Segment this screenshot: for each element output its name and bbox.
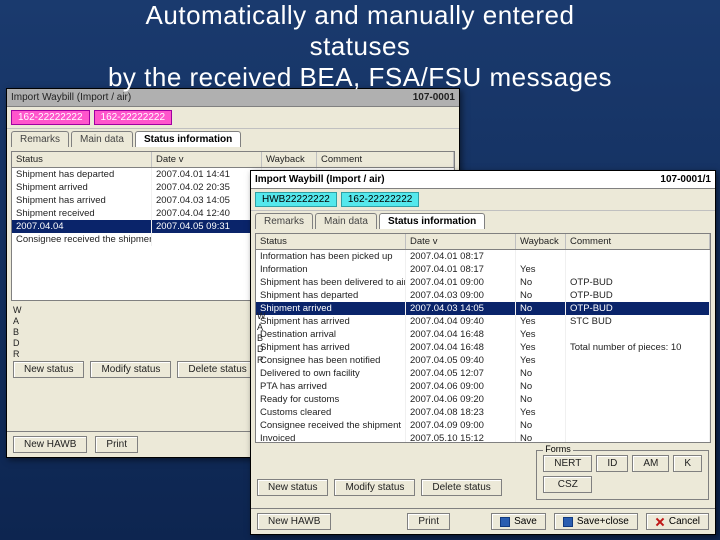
col-comment[interactable]: Comment xyxy=(317,152,454,167)
side-labels: WABDR xyxy=(13,305,22,359)
form-id-button[interactable]: ID xyxy=(596,455,628,472)
table-row[interactable]: Customs cleared2007.04.08 18:23Yes xyxy=(256,406,710,419)
slide-title-line2: statuses xyxy=(0,31,720,62)
hwb-field-2[interactable]: 162-22222222 xyxy=(341,192,420,207)
waybill-window-front: Import Waybill (Import / air) 107-0001/1… xyxy=(250,170,716,535)
new-status-button[interactable]: New status xyxy=(257,479,328,496)
modify-status-button[interactable]: Modify status xyxy=(90,361,171,378)
tab-strip: Remarks Main data Status information xyxy=(251,211,715,229)
table-row[interactable]: Shipment has departed2007.04.03 09:00NoO… xyxy=(256,289,710,302)
side-labels: WABDR xyxy=(257,311,266,365)
form-k-button[interactable]: K xyxy=(673,455,702,472)
tab-remarks[interactable]: Remarks xyxy=(11,131,69,147)
status-grid[interactable]: Status Date v Wayback Comment Informatio… xyxy=(255,233,711,443)
col-wayback[interactable]: Wayback xyxy=(262,152,317,167)
table-row[interactable]: Shipment has arrived2007.04.04 16:48YesT… xyxy=(256,341,710,354)
tab-status-info[interactable]: Status information xyxy=(135,131,241,147)
col-status[interactable]: Status xyxy=(12,152,152,167)
save-icon xyxy=(500,517,510,527)
table-row[interactable]: Consignee received the shipment2007.04.0… xyxy=(256,419,710,432)
table-row[interactable]: Information2007.04.01 08:17Yes xyxy=(256,263,710,276)
save-close-label: Save+close xyxy=(577,516,629,527)
modify-status-button[interactable]: Modify status xyxy=(334,479,415,496)
table-row[interactable]: Delivered to own facility2007.04.05 12:0… xyxy=(256,367,710,380)
slide-title-line3: by the received BEA, FSA/FSU messages xyxy=(0,62,720,93)
save-button[interactable]: Save xyxy=(491,513,546,530)
window-id: 107-0001/1 xyxy=(660,174,711,185)
tab-strip: Remarks Main data Status information xyxy=(7,129,459,147)
new-hawb-button[interactable]: New HAWB xyxy=(13,436,87,453)
status-button-row: New status Modify status Delete status xyxy=(251,475,508,500)
hwb-field-1[interactable]: HWB22222222 xyxy=(255,192,337,207)
save-close-button[interactable]: Save+close xyxy=(554,513,638,530)
table-row[interactable]: Shipment has been delivered to airport20… xyxy=(256,276,710,289)
hwb-field-1[interactable]: 162-22222222 xyxy=(11,110,90,125)
tab-main-data[interactable]: Main data xyxy=(71,131,133,147)
new-hawb-button[interactable]: New HAWB xyxy=(257,513,331,530)
form-am-button[interactable]: AM xyxy=(632,455,669,472)
hwb-field-2[interactable]: 162-22222222 xyxy=(94,110,173,125)
save-label: Save xyxy=(514,516,537,527)
bottom-bar: New HAWB Print Save Save+close Cancel xyxy=(251,508,715,534)
grid-header: Status Date v Wayback Comment xyxy=(12,152,454,168)
table-row[interactable]: Shipment has arrived2007.04.04 09:40YesS… xyxy=(256,315,710,328)
print-button[interactable]: Print xyxy=(407,513,450,530)
print-button-1[interactable]: Print xyxy=(95,436,138,453)
save-icon xyxy=(563,517,573,527)
cancel-button[interactable]: Cancel xyxy=(646,513,709,530)
col-date[interactable]: Date v xyxy=(406,234,516,249)
table-row[interactable]: Information has been picked up2007.04.01… xyxy=(256,250,710,263)
table-row[interactable]: Shipment arrived2007.04.03 14:05NoOTP-BU… xyxy=(256,302,710,315)
hwb-row: HWB22222222 162-22222222 xyxy=(251,189,715,211)
hwb-row: 162-22222222 162-22222222 xyxy=(7,107,459,129)
new-status-button[interactable]: New status xyxy=(13,361,84,378)
slide-title: Automatically and manually entered statu… xyxy=(0,0,720,94)
window-id: 107-0001 xyxy=(413,92,455,103)
window-title: Import Waybill (Import / air) xyxy=(11,92,131,103)
cancel-label: Cancel xyxy=(669,516,700,527)
window-title: Import Waybill (Import / air) xyxy=(255,174,385,185)
table-row[interactable]: PTA has arrived2007.04.06 09:00No xyxy=(256,380,710,393)
tab-status-info[interactable]: Status information xyxy=(379,213,485,229)
col-date[interactable]: Date v xyxy=(152,152,262,167)
titlebar[interactable]: Import Waybill (Import / air) 107-0001/1 xyxy=(251,171,715,189)
form-csz-button[interactable]: CSZ xyxy=(543,476,592,493)
tab-remarks[interactable]: Remarks xyxy=(255,213,313,229)
slide-title-line1: Automatically and manually entered xyxy=(0,0,720,31)
col-status[interactable]: Status xyxy=(256,234,406,249)
grid-header: Status Date v Wayback Comment xyxy=(256,234,710,250)
tab-main-data[interactable]: Main data xyxy=(315,213,377,229)
delete-status-button[interactable]: Delete status xyxy=(177,361,257,378)
form-nert-button[interactable]: NERT xyxy=(543,455,592,472)
col-wayback[interactable]: Wayback xyxy=(516,234,566,249)
delete-status-button[interactable]: Delete status xyxy=(421,479,501,496)
table-row[interactable]: Destination arrival2007.04.04 16:48Yes xyxy=(256,328,710,341)
forms-group: Forms NERT ID AM K CSZ xyxy=(536,450,709,500)
table-row[interactable]: Ready for customs2007.04.06 09:20No xyxy=(256,393,710,406)
cancel-icon xyxy=(655,517,665,527)
forms-label: Forms xyxy=(543,444,573,454)
col-comment[interactable]: Comment xyxy=(566,234,710,249)
table-row[interactable]: Consignee has been notified2007.04.05 09… xyxy=(256,354,710,367)
table-row[interactable]: Invoiced2007.05.10 15:12No xyxy=(256,432,710,442)
